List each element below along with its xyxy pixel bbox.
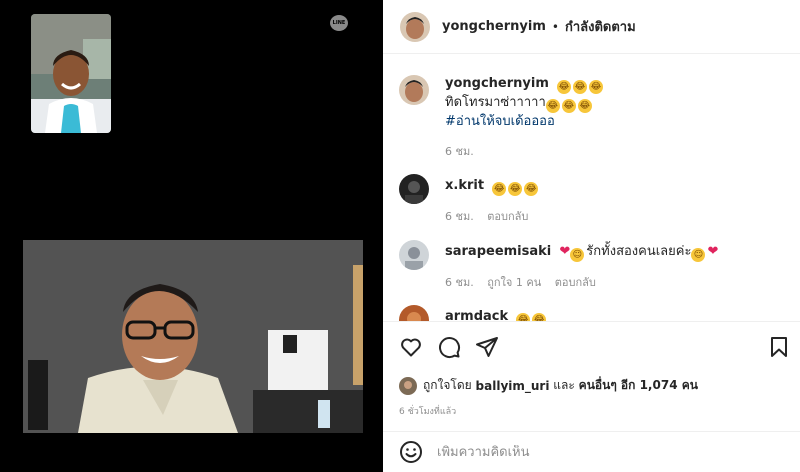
laughing-emoji-icon: 😂 [577, 99, 592, 113]
comment-input[interactable] [437, 444, 767, 460]
line-watermark-icon: LINE [330, 15, 348, 31]
comment-time: 6 ชม. [445, 276, 474, 289]
post-timestamp[interactable]: 6 ชั่วโมงที่แล้ว [399, 404, 456, 418]
following-button[interactable]: กำลังติดตาม [565, 16, 636, 37]
liked-by-row: ถูกใจโดย ballyim_uri และ คนอื่นๆ อีก 1,0… [399, 376, 698, 395]
separator-dot: • [551, 19, 559, 34]
laughing-emoji-icon: 😂 [561, 99, 576, 113]
heart-emoji-icon: ❤ [559, 244, 571, 259]
smile-emoji-icon: ☺ [570, 248, 585, 262]
liked-by-and: และ [553, 378, 575, 392]
liked-by-prefix: ถูกใจโดย [423, 378, 472, 392]
laughing-emoji-icon: 😂 [573, 80, 588, 94]
reply-button[interactable]: ตอบกลับ [487, 210, 528, 223]
comment-time: 6 ชม. [445, 210, 474, 223]
laughing-emoji-icon: 😂 [545, 99, 560, 113]
like-heart-icon[interactable] [399, 335, 423, 359]
share-send-icon[interactable] [475, 335, 499, 359]
author-avatar[interactable] [399, 75, 429, 105]
laughing-emoji-icon: 😂 [524, 182, 539, 196]
heart-emoji-icon: ❤ [707, 244, 719, 259]
caller-thumbnail [31, 14, 111, 133]
comment-item: x.krit 😂 😂 😂 6 ชม. ตอบกลับ [399, 174, 540, 226]
commenter-avatar[interactable] [399, 305, 429, 321]
commenter-avatar[interactable] [399, 174, 429, 204]
post-actions: ถูกใจโดย ballyim_uri และ คนอื่นๆ อีก 1,0… [383, 321, 800, 431]
comment-username[interactable]: armdack [445, 309, 508, 321]
caption-time: 6 ชม. [445, 145, 474, 158]
laughing-emoji-icon: 😂 [516, 313, 531, 321]
post-header: yongchernyim • กำลังติดตาม [383, 0, 800, 54]
author-avatar[interactable] [400, 11, 430, 42]
comment-likes[interactable]: ถูกใจ 1 คน [487, 276, 541, 289]
liked-by-others[interactable]: คนอื่นๆ อีก 1,074 คน [579, 376, 698, 395]
liker-avatar[interactable] [399, 376, 417, 395]
comment-username[interactable]: sarapeemisaki [445, 244, 551, 259]
add-comment-bar [383, 431, 800, 472]
bookmark-save-icon[interactable] [767, 335, 791, 359]
caption-hashtag[interactable]: #อ่านให้จบเด้ออออ [445, 113, 605, 131]
post-side-panel: yongchernyim • กำลังติดตาม yongchernyim … [383, 0, 800, 472]
laughing-emoji-icon: 😂 [557, 80, 572, 94]
commenter-avatar[interactable] [399, 240, 429, 270]
laughing-emoji-icon: 😂 [589, 80, 604, 94]
comment-bubble-icon[interactable] [437, 335, 461, 359]
laughing-emoji-icon: 😂 [532, 313, 547, 321]
main-video-frame [23, 240, 363, 433]
caption-text: ทิดโทรมาซ่าาาาา [445, 95, 546, 110]
comment-item: sarapeemisaki ❤ ☺ รักทั้งสองคนเลยค่ะ ☺ ❤ 6 ช… [399, 240, 718, 292]
reply-button[interactable]: ตอบกลับ [555, 276, 596, 289]
caption-username[interactable]: yongchernyim [445, 76, 549, 91]
emoji-picker-icon[interactable] [399, 440, 423, 464]
comment-item: armdack 😂 😂 [399, 305, 548, 321]
author-username[interactable]: yongchernyim [442, 19, 546, 34]
caption: yongchernyim 😂 😂 😂 ทิดโทรมาซ่าาาาา 😂 😂 😂 #อ่า… [399, 75, 605, 161]
liked-by-user[interactable]: ballyim_uri [476, 379, 550, 393]
comments-list[interactable]: yongchernyim 😂 😂 😂 ทิดโทรมาซ่าาาาา 😂 😂 😂 #อ่า… [383, 55, 800, 321]
laughing-emoji-icon: 😂 [492, 182, 507, 196]
comment-username[interactable]: x.krit [445, 178, 484, 193]
post-media[interactable]: LINE [0, 0, 383, 472]
comment-text: รักทั้งสองคนเลยค่ะ [586, 244, 692, 259]
laughing-emoji-icon: 😂 [508, 182, 523, 196]
smile-emoji-icon: ☺ [691, 248, 706, 262]
